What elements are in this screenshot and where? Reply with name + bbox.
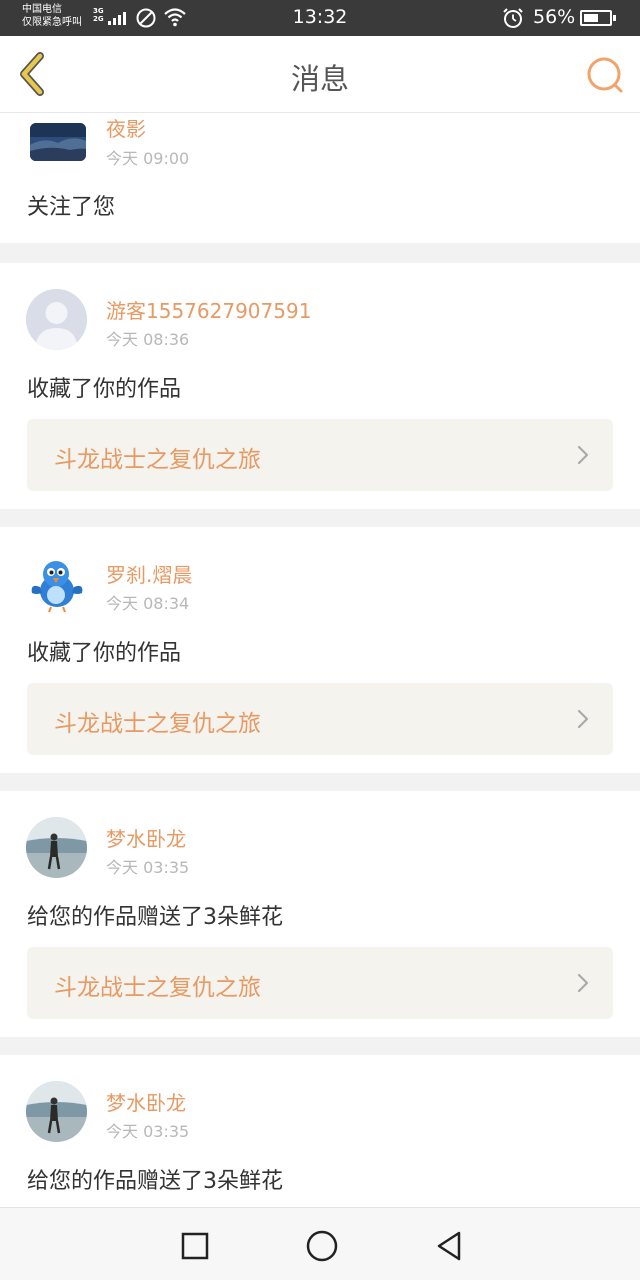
circle-icon — [306, 1230, 338, 1262]
message-text: 关注了您 — [27, 195, 116, 220]
message-time: 今天 03:35 — [106, 858, 190, 877]
message-text: 给您的作品赠送了3朵鲜花 — [27, 1169, 283, 1194]
nav-back-button[interactable] — [430, 1226, 470, 1266]
message-card: 夜影 今天 09:00 关注了您 — [0, 113, 640, 243]
message-time: 今天 08:34 — [106, 594, 190, 613]
system-navigation-bar — [0, 1207, 640, 1280]
message-time: 今天 09:00 — [106, 149, 190, 168]
chevron-right-icon — [577, 445, 589, 465]
work-link[interactable]: 斗龙战士之复仇之旅 — [27, 683, 613, 755]
avatar[interactable] — [26, 553, 87, 614]
message-card: 梦水卧龙 今天 03:35 给您的作品赠送了3朵鲜花 — [0, 1055, 640, 1207]
work-title: 斗龙战士之复仇之旅 — [54, 447, 261, 473]
message-text: 收藏了你的作品 — [27, 641, 182, 666]
message-card: 梦水卧龙 今天 03:35 给您的作品赠送了3朵鲜花 斗龙战士之复仇之旅 — [0, 791, 640, 1037]
sender-name[interactable]: 梦水卧龙 — [106, 1087, 186, 1116]
avatar[interactable] — [26, 289, 87, 350]
landscape-avatar-image — [30, 123, 86, 161]
work-title: 斗龙战士之复仇之旅 — [54, 975, 261, 1001]
beach-avatar-image — [26, 1081, 87, 1142]
default-user-icon — [26, 289, 87, 350]
message-card: 游客1557627907591 今天 08:36 收藏了你的作品 斗龙战士之复仇… — [0, 263, 640, 509]
home-button[interactable] — [302, 1226, 342, 1266]
blue-bird-avatar-image — [26, 553, 87, 614]
alarm-icon — [503, 8, 523, 28]
header: 消息 — [0, 36, 640, 113]
battery-icon — [580, 10, 616, 26]
beach-avatar-image — [26, 817, 87, 878]
sender-name[interactable]: 罗刹.熠晨 — [106, 559, 192, 588]
search-icon — [587, 57, 623, 93]
work-link[interactable]: 斗龙战士之复仇之旅 — [27, 947, 613, 1019]
avatar[interactable] — [30, 123, 86, 161]
sender-name[interactable]: 夜影 — [106, 113, 146, 142]
search-button[interactable] — [584, 54, 626, 96]
message-list[interactable]: 夜影 今天 09:00 关注了您 游客1557627907591 今天 08:3… — [0, 113, 640, 1207]
message-time: 今天 03:35 — [106, 1122, 190, 1141]
triangle-back-icon — [437, 1231, 461, 1261]
recent-apps-button[interactable] — [175, 1226, 215, 1266]
page-title: 消息 — [290, 62, 349, 96]
avatar[interactable] — [26, 1081, 87, 1142]
work-link[interactable]: 斗龙战士之复仇之旅 — [27, 419, 613, 491]
message-text: 收藏了你的作品 — [27, 377, 182, 402]
message-text: 给您的作品赠送了3朵鲜花 — [27, 905, 283, 930]
square-icon — [181, 1232, 209, 1260]
sender-name[interactable]: 梦水卧龙 — [106, 823, 186, 852]
message-time: 今天 08:36 — [106, 330, 190, 349]
work-title: 斗龙战士之复仇之旅 — [54, 711, 261, 737]
chevron-right-icon — [577, 973, 589, 993]
battery-percent: 56% — [533, 6, 576, 28]
chevron-right-icon — [577, 709, 589, 729]
message-card: 罗刹.熠晨 今天 08:34 收藏了你的作品 斗龙战士之复仇之旅 — [0, 527, 640, 773]
status-bar: 中国电信 仅限紧急呼叫 3G 2G 13:32 56% — [0, 0, 640, 36]
avatar[interactable] — [26, 817, 87, 878]
sender-name[interactable]: 游客1557627907591 — [106, 295, 311, 324]
